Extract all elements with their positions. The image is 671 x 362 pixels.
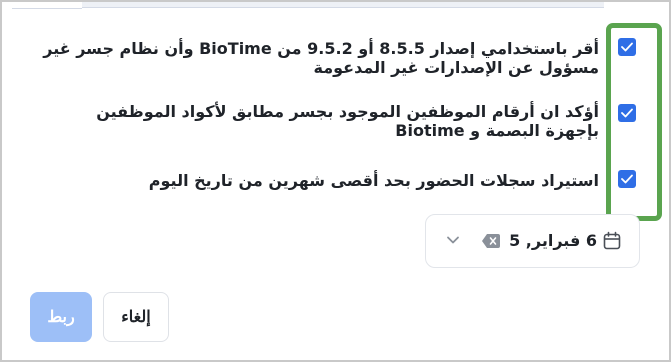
consent-checkbox-employee-codes[interactable] xyxy=(618,104,636,122)
check-icon xyxy=(621,174,633,184)
calendar-icon xyxy=(603,231,621,250)
consent-label-version: أقر باستخدامي إصدار 8.5.5 أو 9.5.2 من Bi… xyxy=(43,39,599,77)
consent-label-employee-codes: أؤكد ان أرقام الموظفين الموجود بجسر مطاب… xyxy=(96,102,599,140)
dialog-frame: أقر باستخدامي إصدار 8.5.5 أو 9.5.2 من Bi… xyxy=(0,0,671,362)
clear-icon[interactable] xyxy=(481,233,501,249)
top-divider xyxy=(12,2,604,9)
chevron-down-icon[interactable] xyxy=(446,235,460,245)
cancel-button[interactable]: إلغاء xyxy=(103,292,169,342)
link-button[interactable]: ربط xyxy=(30,292,92,342)
check-icon xyxy=(621,108,633,118)
consent-label-attendance-range: استيراد سجلات الحضور بحد أقصى شهرين من ت… xyxy=(148,171,599,190)
date-value: 6 فبراير, 5 xyxy=(509,231,597,250)
consent-checkbox-version[interactable] xyxy=(618,38,636,56)
consent-checkbox-attendance-range[interactable] xyxy=(618,170,636,188)
check-icon xyxy=(621,42,633,52)
date-picker[interactable]: 6 فبراير, 5 xyxy=(425,214,640,268)
